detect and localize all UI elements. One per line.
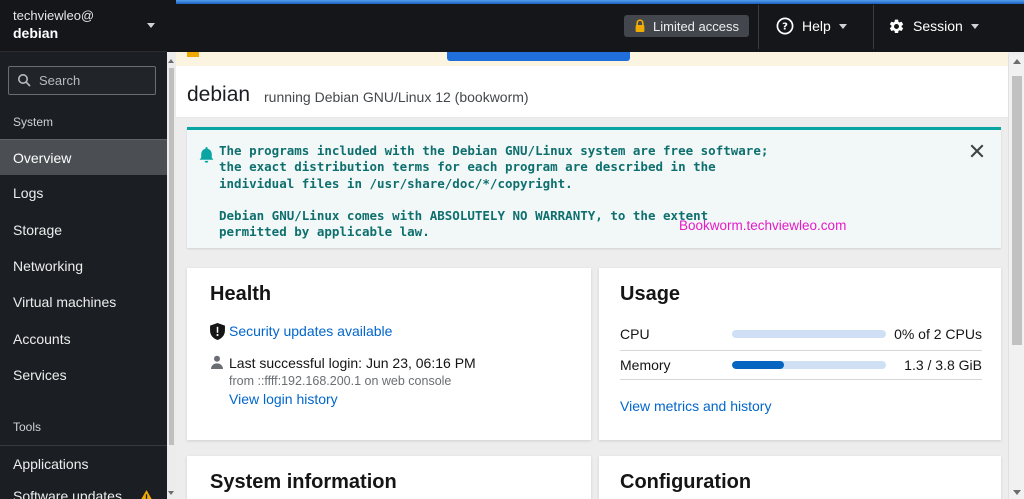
brand-user: techviewleo@ [13,8,95,23]
system-information-card: System information [187,456,591,499]
warning-icon-fragment [187,52,199,57]
nav-section-system: System [13,115,54,129]
cockpit-overview-page: techviewleo@ debian Limited access ? Hel… [0,0,1024,499]
usage-card: Usage CPU 0% of 2 CPUs Memory 1.3 / 3.8 … [599,268,1001,440]
memory-progress-bar [732,361,886,369]
masthead: techviewleo@ debian Limited access ? Hel… [0,0,1024,52]
sidebar-item-label: Networking [13,258,84,274]
host-switcher[interactable]: techviewleo@ debian [0,0,167,52]
sidebar-search [8,66,156,95]
bell-icon [199,147,214,163]
scroll-up-icon[interactable] [1013,59,1021,64]
memory-value: 1.3 / 3.8 GiB [904,357,982,373]
svg-text:?: ? [782,22,788,33]
gear-icon [889,19,904,33]
user-icon [211,355,223,369]
last-login-text: Last successful login: Jun 23, 06:16 PM [229,355,476,371]
shield-icon [210,323,225,340]
sidebar-item-virtual-machines[interactable]: Virtual machines [0,284,167,320]
sidebar-item-label: Services [13,367,67,383]
cpu-usage-row: CPU 0% of 2 CPUs [620,318,982,351]
warning-icon [141,489,152,499]
sidebar-item-logs[interactable]: Logs [0,175,167,211]
sidebar-item-label: Virtual machines [13,294,117,310]
system-information-title: System information [210,471,397,493]
cpu-value: 0% of 2 CPUs [894,326,982,342]
sidebar: System Overview Logs Storage Networking … [0,52,167,499]
scrollbar-thumb[interactable] [169,68,174,445]
cpu-label: CPU [620,326,650,342]
sidebar-item-networking[interactable]: Networking [0,248,167,284]
chevron-down-icon [838,23,847,29]
os-release-text: running Debian GNU/Linux 12 (bookworm) [264,89,529,105]
sidebar-item-label: Overview [13,149,72,166]
sidebar-item-label: Storage [13,222,63,238]
configuration-title: Configuration [620,471,752,493]
scrollbar-thumb[interactable] [1012,76,1022,345]
nav-section-tools: Tools [13,420,42,434]
sidebar-item-overview[interactable]: Overview [0,139,167,175]
health-card-title: Health [210,283,272,305]
memory-label: Memory [620,357,671,373]
security-updates-link[interactable]: Security updates available [229,323,392,339]
accent-top-bar [176,0,1024,4]
view-login-history-link[interactable]: View login history [229,391,338,407]
page-title: debian [187,83,251,106]
usage-card-title: Usage [620,283,681,305]
sidebar-item-services[interactable]: Services [0,357,167,393]
chevron-down-icon [970,23,979,29]
scroll-up-icon[interactable] [168,59,174,63]
sidebar-item-label: Accounts [13,331,71,347]
help-menu-button[interactable]: ? Help [776,14,847,38]
masthead-divider [758,5,759,49]
session-menu-button[interactable]: Session [888,14,979,38]
lock-icon [635,19,645,32]
sidebar-item-accounts[interactable]: Accounts [0,321,167,357]
health-card: Health Security updates available Last s… [187,268,591,440]
partial-primary-button[interactable] [447,52,630,61]
sidebar-item-applications[interactable]: Applications [0,445,167,481]
limited-access-label: Limited access [653,18,739,34]
sidebar-item-software-updates[interactable]: Software updates [0,478,167,499]
cpu-progress-bar [732,330,886,338]
session-label: Session [913,18,963,34]
scroll-down-icon[interactable] [168,491,174,495]
memory-usage-row: Memory 1.3 / 3.8 GiB [620,351,982,380]
search-icon [18,74,31,87]
content-scrollbar[interactable] [1008,55,1024,499]
configuration-card: Configuration [599,456,1001,499]
limited-access-badge[interactable]: Limited access [624,15,749,37]
sidebar-item-storage[interactable]: Storage [0,212,167,248]
view-metrics-link[interactable]: View metrics and history [620,398,771,414]
close-icon[interactable] [969,143,985,159]
memory-progress-fill [732,361,785,369]
chevron-down-icon [147,23,155,28]
brand-host: debian [13,25,59,41]
watermark-text: Bookworm.techviewleo.com [679,218,847,233]
sidebar-item-label: Applications [13,455,89,472]
scroll-down-icon[interactable] [1013,490,1021,495]
motd-alert: The programs included with the Debian GN… [187,127,1001,248]
sidebar-item-label: Logs [13,185,44,201]
sidebar-item-label: Software updates [13,488,122,499]
login-detail-text: from ::ffff:192.168.200.1 on web console [229,374,452,388]
masthead-divider [873,5,874,49]
sidebar-scrollbar[interactable] [167,55,176,499]
help-label: Help [802,18,831,34]
help-icon: ? [776,17,794,35]
